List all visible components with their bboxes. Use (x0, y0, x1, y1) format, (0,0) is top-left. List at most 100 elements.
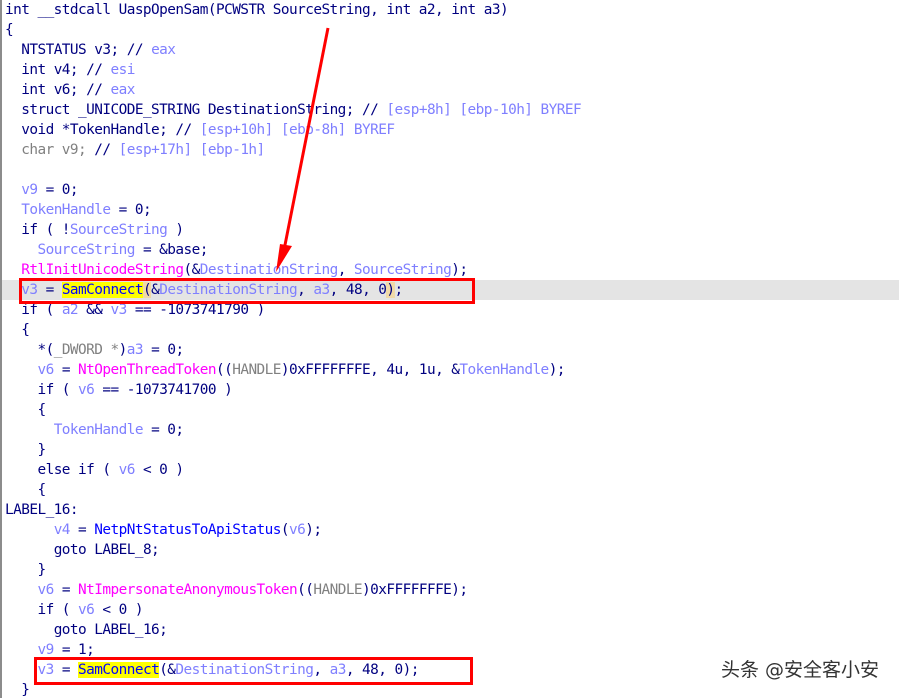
code-token[interactable]: v4 (54, 522, 71, 538)
code-token[interactable]: RtlInitUnicodeString (21, 262, 184, 278)
code-line[interactable]: NTSTATUS v3; // eax (5, 40, 176, 60)
code-token[interactable]: struct _UNICODE_STRING DestinationString… (21, 102, 386, 118)
code-token[interactable]: void *TokenHandle; // (21, 122, 200, 138)
code-line[interactable]: SourceString = &base; (5, 240, 208, 260)
code-token[interactable]: SourceString (37, 242, 135, 258)
code-token[interactable]: DestinationString (200, 262, 338, 278)
code-token[interactable]: TokenHandle (21, 202, 111, 218)
code-token[interactable]: eax (151, 42, 176, 58)
code-line[interactable]: v6 = NtImpersonateAnonymousToken((HANDLE… (5, 580, 468, 600)
code-token[interactable]: TokenHandle (54, 422, 144, 438)
code-token[interactable]: SourceString (354, 262, 452, 278)
code-token[interactable]: [esp+10h] [ebp-8h] BYREF (200, 122, 395, 138)
code-token[interactable]: (( (216, 362, 233, 378)
code-token[interactable]: [esp+8h] [ebp-10h] BYREF (386, 102, 581, 118)
code-token[interactable]: NtOpenThreadToken (78, 362, 216, 378)
code-line[interactable]: v4 = NetpNtStatusToApiStatus(v6); (5, 520, 322, 540)
code-token[interactable]: *( (37, 342, 54, 358)
code-token[interactable]: { (37, 482, 46, 498)
code-token[interactable]: { (21, 322, 30, 338)
code-token[interactable]: (& (184, 262, 201, 278)
code-token[interactable]: = 1; (54, 642, 95, 658)
code-line[interactable]: *(_DWORD *)a3 = 0; (5, 340, 184, 360)
code-token[interactable]: HANDLE (313, 582, 362, 598)
code-line[interactable]: if ( v6 < 0 ) (5, 600, 143, 620)
code-line[interactable]: { (5, 20, 14, 40)
code-line[interactable]: } (5, 680, 30, 700)
code-token[interactable]: char v9; (21, 142, 94, 158)
code-line[interactable]: void *TokenHandle; // [esp+10h] [ebp-8h]… (5, 120, 395, 140)
code-token[interactable]: LABEL_16: (5, 502, 79, 518)
code-token[interactable]: && (78, 302, 110, 318)
code-token[interactable]: , (338, 262, 354, 278)
code-token[interactable]: = &base; (135, 242, 208, 258)
code-line[interactable]: TokenHandle = 0; (5, 200, 151, 220)
code-line[interactable]: TokenHandle = 0; (5, 420, 184, 440)
code-token[interactable]: ) (119, 342, 128, 358)
code-line[interactable]: LABEL_16: (5, 500, 79, 520)
code-line[interactable]: else if ( v6 < 0 ) (5, 460, 184, 480)
code-token[interactable]: NTSTATUS v3; // (21, 42, 151, 58)
code-line[interactable]: if ( v6 == -1073741700 ) (5, 380, 232, 400)
code-token[interactable]: < 0 ) (135, 462, 184, 478)
code-token[interactable]: v6 (37, 582, 54, 598)
code-token[interactable]: = 0; (143, 342, 184, 358)
code-token[interactable]: int __stdcall UaspOpenSam(PCWSTR SourceS… (5, 2, 509, 18)
code-line[interactable]: } (5, 440, 46, 460)
code-token[interactable]: ) (167, 222, 184, 238)
code-token[interactable]: goto LABEL_16; (54, 622, 168, 638)
code-token[interactable]: { (37, 402, 46, 418)
code-token[interactable]: int v6; // (21, 82, 110, 98)
pseudocode-view[interactable]: int __stdcall UaspOpenSam(PCWSTR SourceS… (0, 0, 899, 698)
code-token[interactable]: else if ( (37, 462, 118, 478)
code-token[interactable]: v6 (78, 602, 95, 618)
code-token[interactable]: goto LABEL_8; (54, 542, 160, 558)
code-token[interactable]: if ( (37, 382, 78, 398)
code-token[interactable]: { (5, 22, 14, 38)
code-token[interactable]: = 0; (111, 202, 152, 218)
code-token[interactable]: v6 (119, 462, 136, 478)
code-line[interactable]: RtlInitUnicodeString(&DestinationString,… (5, 260, 468, 280)
code-token[interactable]: = 0; (37, 182, 79, 198)
code-token[interactable]: _DWORD * (54, 342, 119, 358)
code-token[interactable]: if ( ! (21, 222, 70, 238)
code-token[interactable]: = 0; (143, 422, 184, 438)
code-token[interactable]: v9 (21, 182, 38, 198)
code-line[interactable]: { (5, 320, 30, 340)
code-line[interactable]: int v6; // eax (5, 80, 135, 100)
code-token[interactable]: v9 (37, 642, 54, 658)
code-token[interactable]: < 0 ) (94, 602, 143, 618)
code-token[interactable]: )0xFFFFFFFE); (362, 582, 468, 598)
code-token[interactable]: )0xFFFFFFFE, 4u, 1u, & (281, 362, 460, 378)
code-token[interactable]: v6 (78, 382, 95, 398)
code-token[interactable]: = (54, 582, 78, 598)
code-line[interactable]: if ( !SourceString ) (5, 220, 184, 240)
code-token[interactable]: // (94, 142, 118, 158)
code-token[interactable]: ); (549, 362, 566, 378)
code-token[interactable]: = (70, 522, 94, 538)
code-token[interactable]: if ( (21, 302, 62, 318)
code-token[interactable]: eax (111, 82, 136, 98)
code-line[interactable]: char v9; // [esp+17h] [ebp-1h] (5, 140, 265, 160)
code-token[interactable]: == -1073741790 ) (127, 302, 265, 318)
code-line[interactable]: } (5, 560, 46, 580)
code-token[interactable]: int v4; // (21, 62, 110, 78)
code-token[interactable]: (( (297, 582, 314, 598)
code-token[interactable]: v6 (37, 362, 54, 378)
code-token[interactable]: } (37, 562, 46, 578)
code-line[interactable]: { (5, 400, 46, 420)
code-line[interactable]: goto LABEL_16; (5, 620, 168, 640)
code-token[interactable]: v3 (111, 302, 128, 318)
code-token[interactable]: SourceString (70, 222, 168, 238)
code-token[interactable]: ( (281, 522, 290, 538)
code-line[interactable]: struct _UNICODE_STRING DestinationString… (5, 100, 581, 120)
code-token[interactable]: v6 (289, 522, 306, 538)
code-token[interactable]: a2 (62, 302, 79, 318)
code-token[interactable]: HANDLE (232, 362, 281, 378)
code-token[interactable]: a3 (127, 342, 144, 358)
code-token[interactable]: ); (451, 262, 468, 278)
code-line[interactable]: int __stdcall UaspOpenSam(PCWSTR SourceS… (5, 0, 509, 20)
code-token[interactable]: } (21, 682, 30, 698)
code-token[interactable]: [esp+17h] [ebp-1h] (119, 142, 266, 158)
code-token[interactable]: if ( (37, 602, 78, 618)
